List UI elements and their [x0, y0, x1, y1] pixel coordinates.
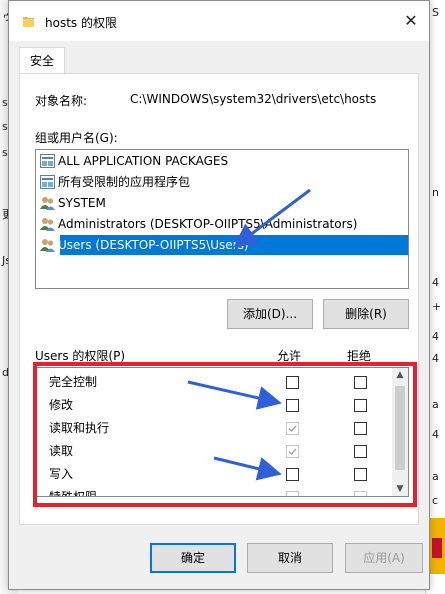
- object-name-label: 对象名称:: [35, 94, 88, 108]
- folder-icon: [23, 17, 34, 27]
- permission-name: 读取: [49, 444, 74, 458]
- users-icon: [40, 197, 55, 210]
- groups-listbox[interactable]: ALL APPLICATION PACKAGES 所有受限制的应用程序包 SYS…: [35, 149, 409, 289]
- bg-text: s: [2, 96, 8, 109]
- close-button[interactable]: ✕: [399, 9, 423, 33]
- list-item[interactable]: Administrators (DESKTOP-OIIPTS5\Administ…: [40, 214, 408, 234]
- bg-text: 4: [432, 352, 439, 365]
- background-image-fragment: [430, 518, 445, 574]
- group-label: SYSTEM: [58, 196, 106, 210]
- title-bar: hosts 的权限 ✕: [9, 1, 429, 41]
- apply-button[interactable]: 应用(A): [345, 543, 423, 573]
- permission-row: 读取和执行: [36, 417, 392, 440]
- list-item[interactable]: SYSTEM: [40, 193, 408, 213]
- deny-checkbox[interactable]: [354, 399, 367, 412]
- groups-label: 组或用户名(G):: [35, 131, 118, 145]
- permission-name: 完全控制: [49, 375, 98, 389]
- permission-row: 完全控制: [36, 371, 392, 394]
- bg-text: c: [432, 494, 439, 507]
- permission-name: 特殊权限: [49, 490, 98, 497]
- ok-button[interactable]: 确定: [150, 543, 236, 573]
- list-item-selected[interactable]: Users (DESKTOP-OIIPTS5\Users): [40, 235, 408, 255]
- group-label: Administrators (DESKTOP-OIIPTS5\Administ…: [58, 217, 358, 231]
- bg-text: a: [432, 470, 439, 483]
- permission-row: 特殊权限: [36, 486, 392, 497]
- bg-text: s: [2, 120, 8, 133]
- bg-text: n: [432, 186, 439, 199]
- permission-row: 读取: [36, 440, 392, 463]
- tab-security[interactable]: 安全: [19, 47, 65, 74]
- permissions-list: 完全控制 修改 读取和执行 读取 写入 特殊权限 ▲ ▼: [35, 367, 409, 497]
- dialog-title: hosts 的权限: [45, 16, 117, 30]
- bg-text: a: [432, 398, 439, 411]
- object-name-value: C:\WINDOWS\system32\drivers\etc\hosts: [130, 92, 377, 106]
- group-label: 所有受限制的应用程序包: [58, 175, 191, 189]
- users-icon: [40, 239, 55, 252]
- remove-button[interactable]: 删除(R): [323, 299, 409, 329]
- deny-checkbox: [354, 491, 367, 496]
- app-package-icon: [40, 154, 55, 168]
- deny-header: 拒绝: [347, 349, 372, 363]
- allow-checkbox: [286, 491, 299, 496]
- app-package-icon: [40, 175, 55, 189]
- allow-checkbox: [286, 445, 299, 458]
- group-label: Users (DESKTOP-OIIPTS5\Users): [58, 238, 249, 252]
- deny-checkbox[interactable]: [354, 445, 367, 458]
- scroll-thumb[interactable]: [395, 386, 405, 470]
- scroll-down-icon[interactable]: ▼: [392, 484, 408, 494]
- permission-name: 修改: [49, 398, 74, 412]
- add-button[interactable]: 添加(D)...: [227, 299, 313, 329]
- allow-checkbox: [286, 422, 299, 435]
- bg-text: 4: [432, 330, 439, 343]
- allow-checkbox[interactable]: [286, 376, 299, 389]
- permission-row: 修改: [36, 394, 392, 417]
- deny-checkbox[interactable]: [354, 468, 367, 481]
- scroll-up-icon[interactable]: ▲: [392, 370, 408, 380]
- permission-name: 写入: [49, 467, 74, 481]
- bg-text: S: [432, 6, 439, 19]
- deny-checkbox[interactable]: [354, 422, 367, 435]
- bg-text: +: [432, 300, 442, 313]
- allow-checkbox[interactable]: [286, 399, 299, 412]
- check-icon: [288, 448, 297, 456]
- permission-row: 写入: [36, 463, 392, 486]
- group-label: ALL APPLICATION PACKAGES: [58, 154, 229, 168]
- list-item[interactable]: ALL APPLICATION PACKAGES: [40, 151, 408, 171]
- allow-header: 允许: [277, 349, 302, 363]
- users-icon: [40, 218, 55, 231]
- deny-checkbox[interactable]: [354, 376, 367, 389]
- bg-text: s: [2, 146, 8, 159]
- check-icon: [288, 425, 297, 433]
- permissions-label: Users 的权限(P): [35, 349, 126, 363]
- allow-checkbox[interactable]: [286, 468, 299, 481]
- bg-text: 4: [432, 276, 439, 289]
- bg-text: 4: [432, 428, 439, 441]
- cancel-button[interactable]: 取消: [247, 543, 333, 573]
- list-item[interactable]: 所有受限制的应用程序包: [40, 172, 408, 192]
- permissions-dialog: hosts 的权限 ✕ 安全 对象名称: C:\WINDOWS\system32…: [8, 0, 430, 590]
- permissions-scrollbar[interactable]: ▲ ▼: [392, 368, 408, 496]
- permission-name: 读取和执行: [49, 421, 110, 435]
